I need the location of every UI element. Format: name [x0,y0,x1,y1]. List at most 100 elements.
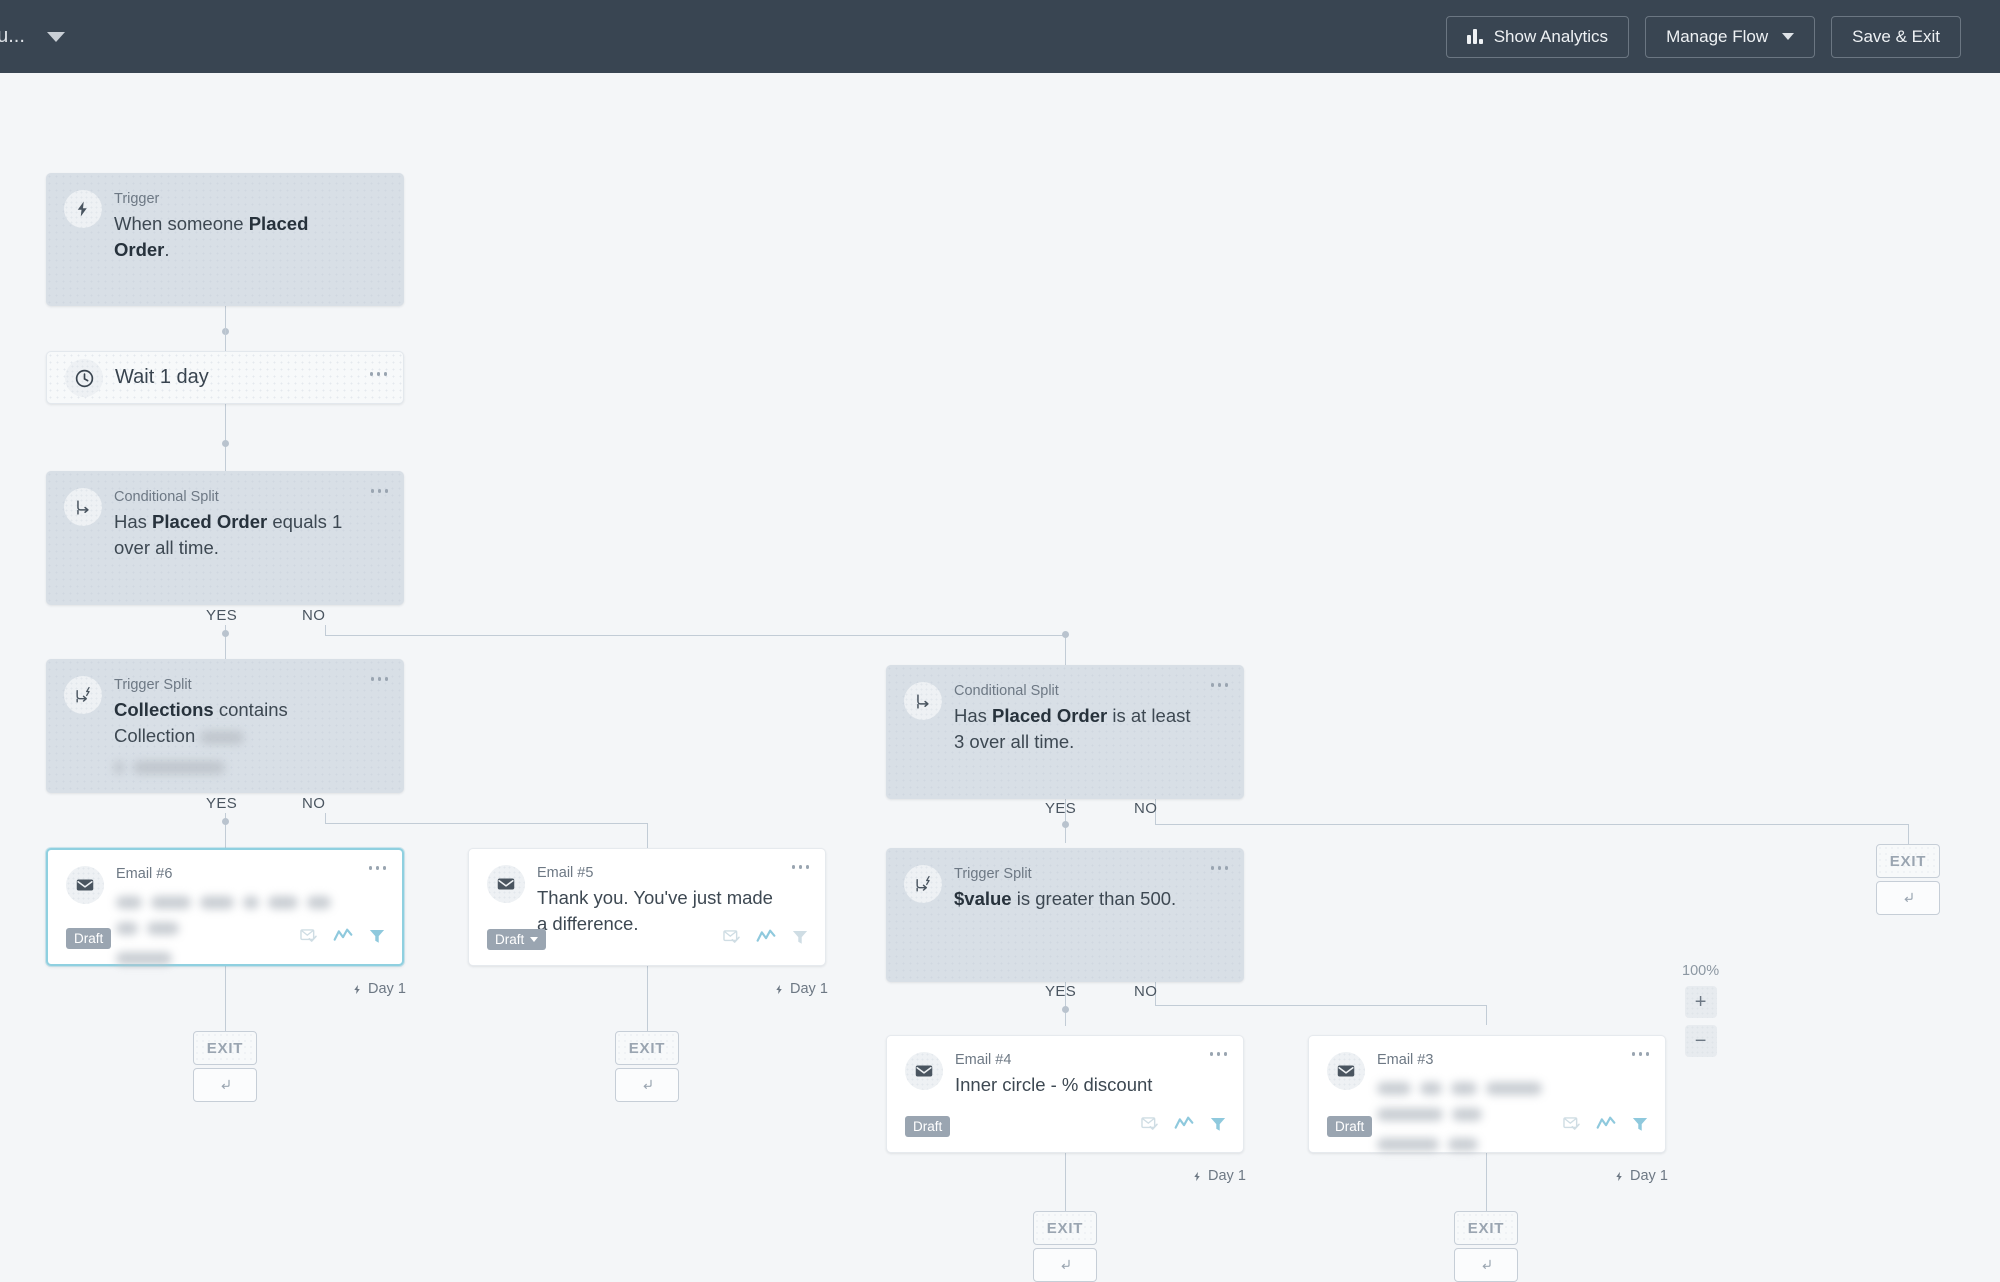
exit-node-email5[interactable]: EXIT [615,1031,679,1065]
email-5-day-tag: Day 1 [774,981,828,997]
email-label: Email #5 [537,865,594,881]
node-description: Collections contains Collection [114,697,358,779]
exit-node-email4[interactable]: EXIT [1033,1211,1097,1245]
connector-split2-no-horizontal [1155,824,1908,825]
envelope-icon [487,865,525,903]
filter-funnel-icon[interactable] [1631,1115,1649,1138]
manage-flow-button[interactable]: Manage Flow [1645,15,1816,58]
status-badge[interactable]: Draft [905,1115,951,1137]
node-conditional-split-1[interactable]: Conditional Split Has Placed Order equal… [46,471,404,605]
node-title: Wait 1 day [115,366,209,388]
split-branch-icon [904,682,942,720]
node-description: Has Placed Order is at least 3 over all … [954,705,1191,752]
chevron-down-icon[interactable] [46,31,65,42]
more-options-icon[interactable] [1210,683,1228,687]
envelope-check-icon[interactable] [1562,1114,1581,1138]
email-action-icons [1562,1114,1649,1138]
node-email-6[interactable]: Email #6 Draft [46,848,404,966]
flow-name-dropdown[interactable]: ou... [0,25,65,48]
analytics-wave-icon[interactable] [1174,1115,1194,1137]
email-action-icons [299,926,386,950]
chevron-down-icon [1782,33,1795,40]
more-options-icon[interactable] [791,865,809,869]
node-kicker: Trigger Split [954,866,1032,882]
node-email-4[interactable]: Email #4 Inner circle - % discount Draft [886,1035,1244,1153]
app-header: ou... Show Analytics Manage Flow Save & … [0,0,2000,73]
save-and-exit-button[interactable]: Save & Exit [1831,15,1961,58]
node-kicker: Conditional Split [954,683,1059,699]
connector-tsplit2-no-horizontal [1155,1005,1486,1006]
branch-label-no: NO [1134,983,1158,1000]
more-options-icon[interactable] [1631,1052,1649,1056]
email-subject: Inner circle - % discount [955,1074,1153,1096]
branch-label-yes: YES [206,607,238,624]
email-3-day-tag: Day 1 [1614,1168,1668,1184]
email-action-icons [722,927,809,951]
node-trigger-split-value[interactable]: Trigger Split $value is greater than 500… [886,848,1244,982]
return-arrow-icon[interactable] [1876,881,1940,915]
show-analytics-button[interactable]: Show Analytics [1445,15,1630,58]
more-options-icon[interactable] [1210,866,1228,870]
more-options-icon[interactable] [369,372,387,376]
branch-label-yes: YES [206,795,238,812]
filter-funnel-icon[interactable] [791,928,809,951]
show-analytics-label: Show Analytics [1493,26,1609,46]
return-arrow-icon[interactable] [193,1068,257,1102]
exit-node-email6[interactable]: EXIT [193,1031,257,1065]
node-description: Has Placed Order equals 1 over all time. [114,511,343,558]
analytics-wave-icon[interactable] [1596,1115,1616,1137]
analytics-wave-icon[interactable] [756,928,776,950]
connector-dot [222,818,229,825]
exit-node-split2-no[interactable]: EXIT [1876,844,1940,878]
more-options-icon[interactable] [1209,1052,1227,1056]
more-options-icon[interactable] [370,677,388,681]
node-trigger[interactable]: Trigger When someone Placed Order. [46,173,404,306]
email-label: Email #6 [116,866,173,882]
chevron-down-icon [530,936,539,942]
node-kicker: Trigger Split [114,677,192,693]
email-action-icons [1140,1114,1227,1138]
envelope-icon [66,866,104,904]
more-options-icon[interactable] [370,489,388,493]
connector-split1-no-down [1065,635,1066,668]
email-label: Email #3 [1377,1052,1434,1068]
node-email-5[interactable]: Email #5 Thank you. You've just made a d… [468,848,826,966]
return-arrow-icon[interactable] [1033,1248,1097,1282]
status-badge[interactable]: Draft [66,927,112,949]
zoom-in-button[interactable]: + [1684,986,1717,1018]
status-badge-dropdown[interactable]: Draft [487,928,547,950]
filter-funnel-icon[interactable] [1209,1115,1227,1138]
node-wait[interactable]: Wait 1 day [46,351,404,404]
exit-node-email3[interactable]: EXIT [1454,1211,1518,1245]
node-trigger-split-collections[interactable]: Trigger Split Collections contains Colle… [46,659,404,793]
status-badge[interactable]: Draft [1327,1115,1373,1137]
bar-chart-icon [1466,29,1483,44]
envelope-check-icon[interactable] [299,926,318,950]
connector-dot [222,630,229,637]
trigger-split-icon [64,676,102,714]
connector-dot [1062,1006,1069,1013]
zoom-controls: 100% + − [1682,963,1719,1064]
lightning-bolt-icon [64,190,102,228]
filter-funnel-icon[interactable] [368,927,386,950]
connector-dot [1062,631,1069,638]
envelope-icon [905,1052,943,1090]
return-arrow-icon[interactable] [615,1068,679,1102]
branch-label-no: NO [1134,800,1158,817]
email-footer: Draft [1327,1114,1649,1138]
flow-canvas[interactable]: YES NO YES NO YES NO YES NO Trigger When… [0,73,2000,1282]
envelope-check-icon[interactable] [722,927,741,951]
analytics-wave-icon[interactable] [333,927,353,949]
save-and-exit-label: Save & Exit [1852,26,1940,46]
connector-split1-no-horizontal [325,635,1065,636]
node-conditional-split-2[interactable]: Conditional Split Has Placed Order is at… [886,665,1244,799]
zoom-out-button[interactable]: − [1684,1025,1717,1057]
node-email-3[interactable]: Email #3 Draft [1308,1035,1666,1153]
email-footer: Draft [66,926,386,950]
connector-tsplit-no-stub [325,813,326,823]
node-description: $value is greater than 500. [954,888,1177,910]
more-options-icon[interactable] [368,866,386,870]
connector-dot [1062,821,1069,828]
return-arrow-icon[interactable] [1454,1248,1518,1282]
envelope-check-icon[interactable] [1140,1114,1159,1138]
